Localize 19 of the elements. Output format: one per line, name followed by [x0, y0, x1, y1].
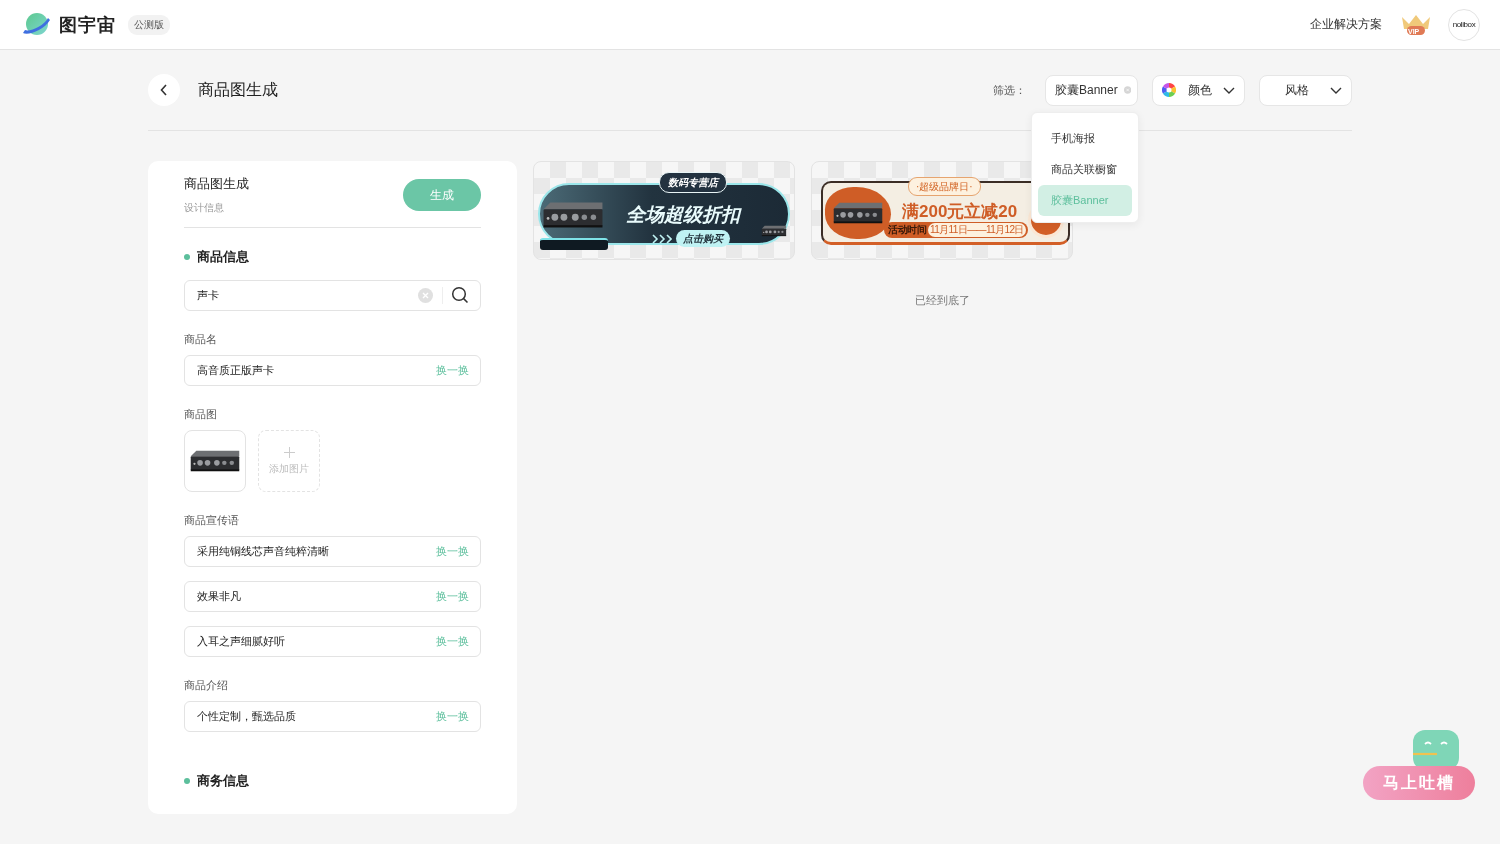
beta-badge: 公测版: [128, 14, 170, 35]
field-label: 商品宣传语: [184, 513, 240, 528]
filter-label: 筛选：: [993, 82, 1026, 98]
date-label: 活动时间: [888, 223, 926, 237]
date-range: 11月11日——11月12日: [928, 223, 1026, 237]
panel-subtitle: 设计信息: [184, 201, 225, 215]
field-label: 商品名: [184, 332, 218, 347]
field-label: 商品图: [184, 407, 218, 422]
section-heading: 商务信息: [197, 772, 249, 790]
banner-headline: 全场超级折扣: [626, 203, 740, 227]
banner-headline: 满200元立减20: [902, 201, 1018, 223]
field-label: 商品介绍: [184, 678, 229, 693]
end-of-list-text: 已经到底了: [914, 293, 971, 308]
section-heading: 商品信息: [197, 248, 249, 266]
page-title: 商品图生成: [198, 79, 278, 100]
banner-tag: 数码专营店: [659, 172, 727, 193]
banner-tag: ·超级品牌日·: [908, 177, 981, 196]
buy-button: 点击购买: [676, 230, 730, 247]
panel-title: 商品图生成: [184, 175, 249, 193]
